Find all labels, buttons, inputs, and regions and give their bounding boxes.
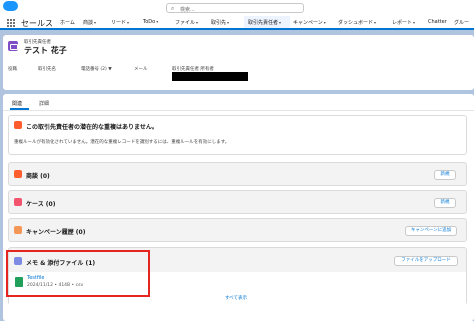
related-list-title[interactable]: ケース (0) — [26, 199, 55, 208]
duplicate-icon — [14, 121, 22, 129]
search-placeholder: 検索... — [180, 6, 195, 13]
global-header: ⌕ 検索... — [0, 0, 474, 16]
related-list-cases: ケース (0) 新規 — [8, 190, 467, 214]
duplicate-panel: この取引先責任者の潜在的な重複はありません。 重複ルールが有効化されていません。… — [8, 115, 467, 155]
nav-item-groups[interactable]: グルー — [454, 19, 469, 26]
nav-item-reports[interactable]: レポート▾ — [392, 19, 415, 26]
nav-item-files[interactable]: ファイル▾ — [175, 19, 198, 26]
global-search[interactable]: ⌕ 検索... — [166, 3, 304, 13]
contact-icon — [8, 41, 18, 51]
app-nav-bar: セールス ホーム 商談▾ リード▾ ToDo▾ ファイル▾ 取引先▾ 取引先責任… — [0, 16, 474, 30]
nav-item-todo[interactable]: ToDo▾ — [143, 19, 158, 25]
related-list-title[interactable]: 商談 (0) — [26, 171, 50, 180]
related-list-campaign-history: キャンペーン履歴 (0) キャンペーンに追加 — [8, 218, 467, 242]
new-case-button[interactable]: 新規 — [434, 198, 456, 208]
field-label-title: 役職 — [8, 67, 17, 72]
related-list-opportunities: 商談 (0) 新規 — [8, 162, 467, 186]
highlight-box — [6, 250, 150, 297]
nav-item-home[interactable]: ホーム — [60, 19, 75, 26]
tabs-divider — [3, 110, 474, 111]
nav-item-leads[interactable]: リード▾ — [111, 19, 129, 26]
view-all-link[interactable]: すべて表示 — [225, 295, 247, 301]
owner-value-redacted — [172, 72, 248, 81]
nav-item-campaigns[interactable]: キャンペーン▾ — [293, 19, 326, 26]
tab-details[interactable]: 詳細 — [39, 100, 49, 107]
search-icon: ⌕ — [171, 5, 175, 12]
record-name: テスト 花子 — [24, 46, 67, 55]
salesforce-logo[interactable] — [3, 1, 18, 11]
nav-item-accounts[interactable]: 取引先▾ — [211, 19, 229, 26]
nav-item-dashboards[interactable]: ダッシュボード▾ — [338, 19, 376, 26]
nav-item-chatter[interactable]: Chatter — [428, 19, 447, 25]
field-label-account: 取引先名 — [38, 67, 56, 72]
new-opportunity-button[interactable]: 新規 — [434, 170, 456, 180]
nav-item-contacts[interactable]: 取引先責任者▾ — [248, 19, 281, 26]
record-header: 取引先責任者 テスト 花子 役職 取引先名 電話番号 (2) ▼ メール 取引先… — [3, 35, 474, 90]
duplicate-text: 重複ルールが有効化されていません。潜在的な重複レコードを識別するには、重複ルール… — [14, 140, 230, 145]
nav-item-opportunities[interactable]: 商談▾ — [83, 19, 96, 26]
related-list-title[interactable]: キャンペーン履歴 (0) — [26, 227, 85, 236]
opportunity-icon — [14, 170, 22, 178]
field-label-phone[interactable]: 電話番号 (2) ▼ — [81, 66, 112, 72]
app-name: セールス — [21, 19, 53, 28]
case-icon — [14, 198, 22, 206]
add-to-campaign-button[interactable]: キャンペーンに追加 — [405, 226, 457, 236]
tab-related[interactable]: 関連 — [12, 100, 22, 107]
duplicate-title: この取引先責任者の潜在的な重複はありません。 — [26, 124, 158, 131]
app-launcher-icon[interactable] — [7, 19, 15, 27]
campaign-icon — [14, 226, 22, 234]
upload-files-button[interactable]: ファイルをアップロード — [394, 256, 458, 266]
field-label-email: メール — [134, 67, 148, 72]
